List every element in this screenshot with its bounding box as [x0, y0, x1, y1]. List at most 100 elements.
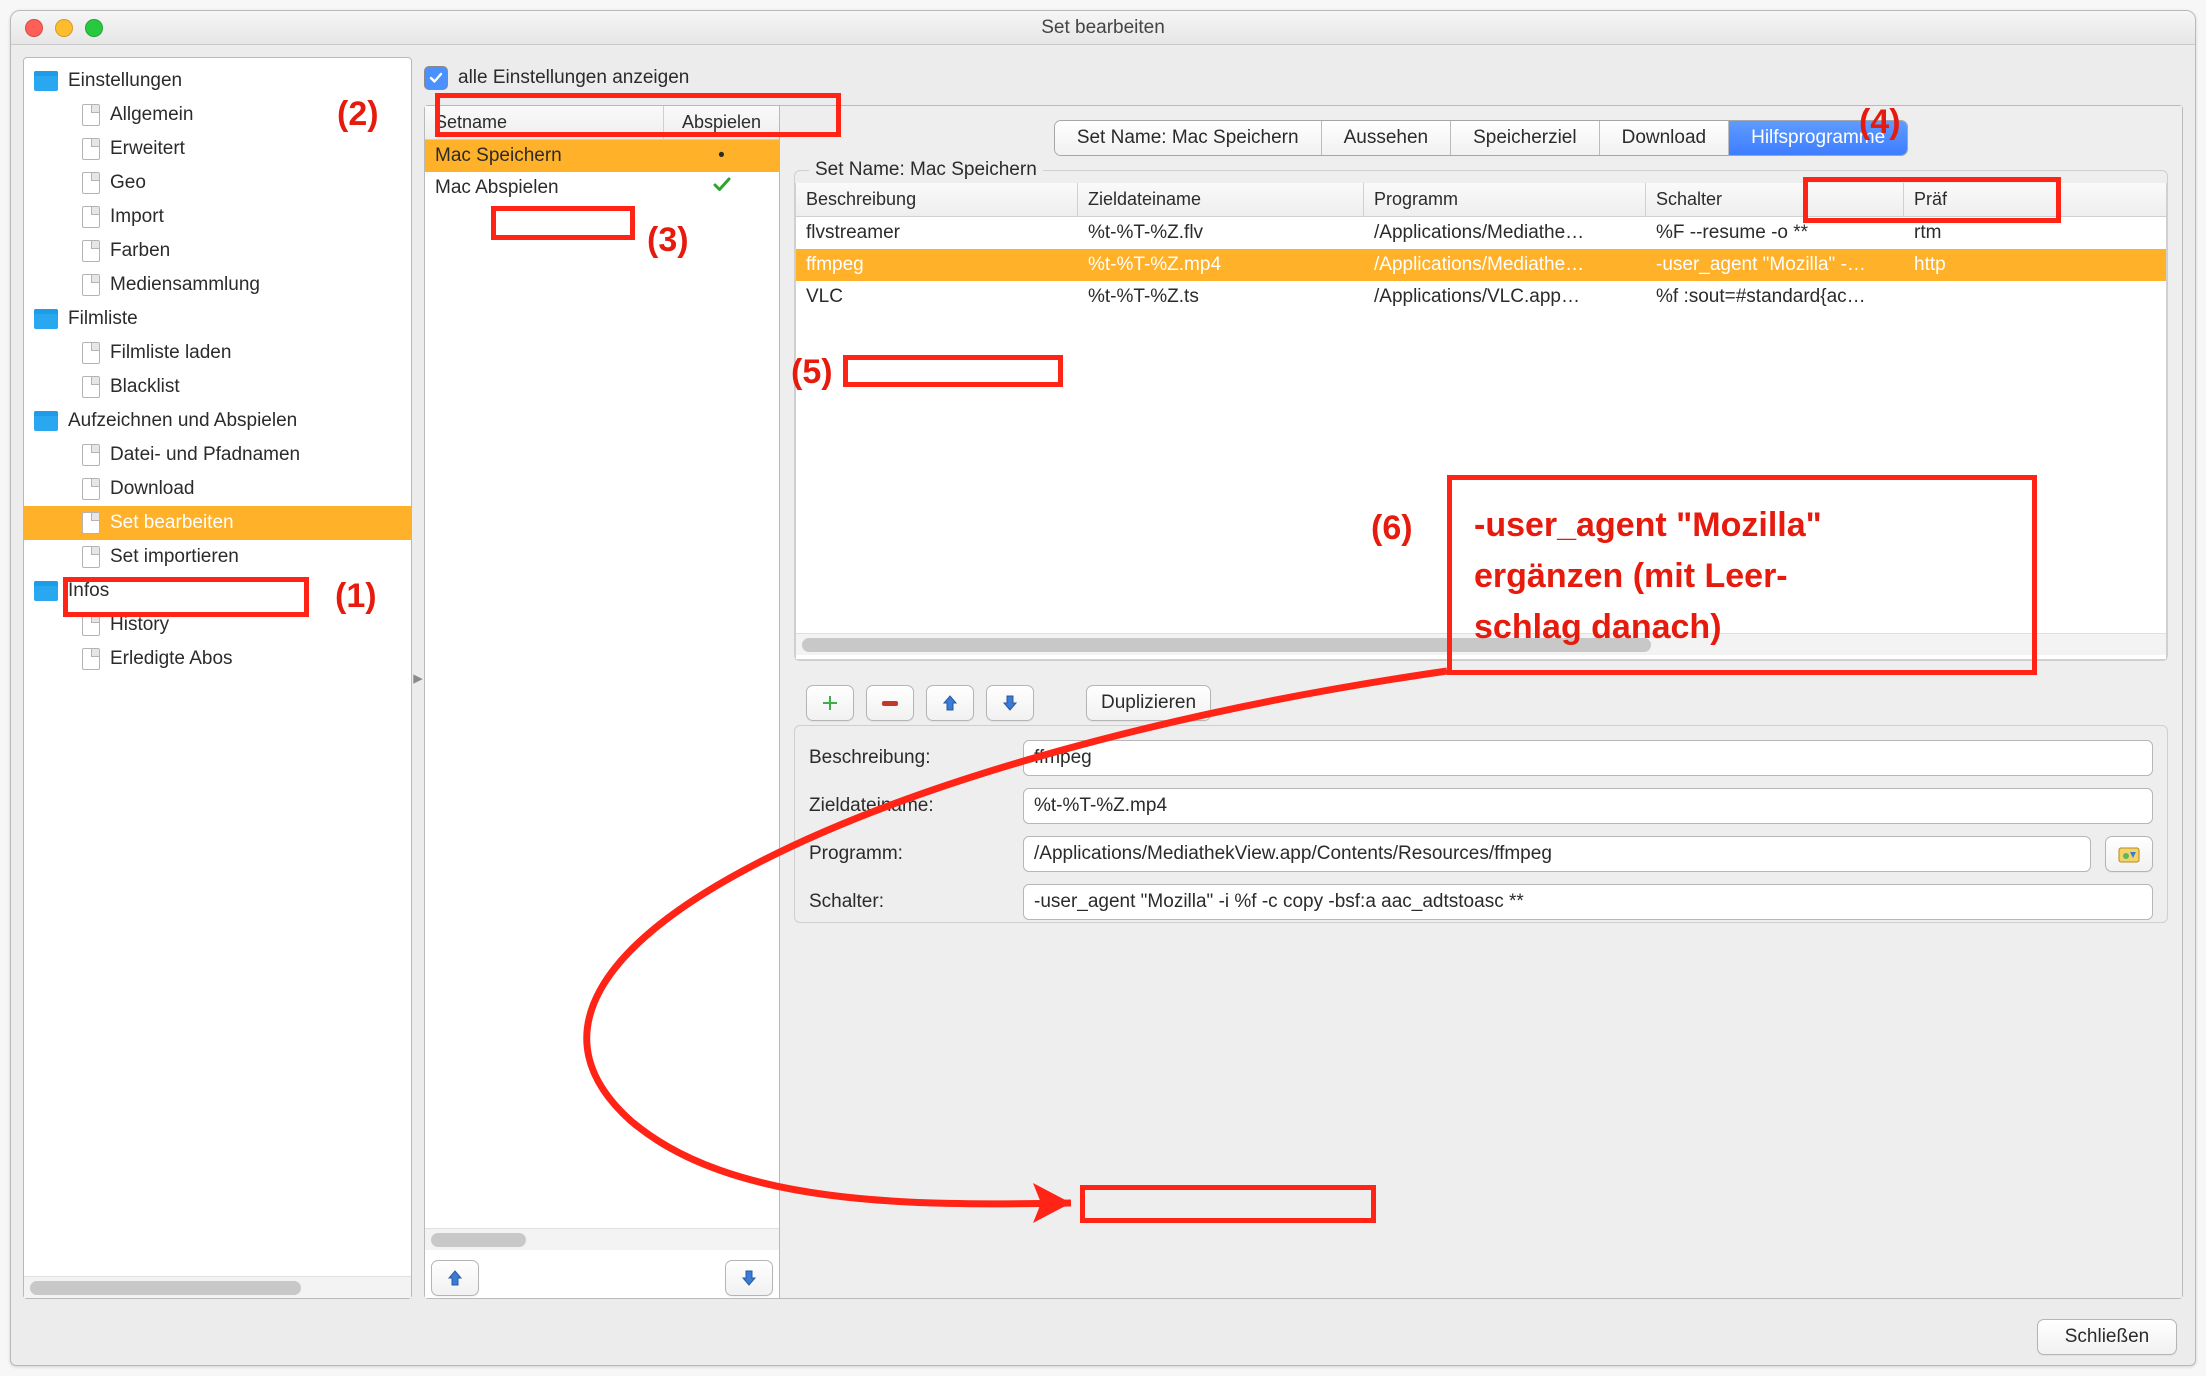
tree-label: Aufzeichnen und Abspielen — [68, 410, 297, 432]
tree-label: Blacklist — [110, 376, 180, 398]
tree-label: Filmliste laden — [110, 342, 231, 364]
remove-program-button[interactable] — [866, 685, 914, 721]
tabs: Set Name: Mac Speichern Aussehen Speiche… — [1054, 120, 1908, 156]
col-abspielen[interactable]: Abspielen — [664, 106, 779, 139]
browse-program-button[interactable] — [2105, 836, 2153, 872]
tree-item[interactable]: Farben — [24, 234, 411, 268]
program-table-group: Set Name: Mac Speichern Beschreibung Zie… — [794, 170, 2168, 661]
splitter-handle[interactable]: ▸ — [412, 49, 424, 1307]
file-icon — [82, 512, 100, 534]
input-schalter[interactable]: -user_agent "Mozilla" -i %f -c copy -bsf… — [1023, 884, 2153, 920]
file-icon — [82, 648, 100, 670]
tree-item[interactable]: Download — [24, 472, 411, 506]
set-play-cell — [664, 177, 779, 199]
close-button[interactable]: Schließen — [2037, 1319, 2177, 1355]
col-praef[interactable]: Präf — [1904, 183, 2166, 216]
folder-icon — [34, 309, 58, 329]
tree-item[interactable]: Set importieren — [24, 540, 411, 574]
tree-item-set-bearbeiten[interactable]: Set bearbeiten — [24, 506, 411, 540]
minus-icon — [880, 697, 900, 709]
input-beschreibung[interactable]: ffmpeg — [1023, 740, 2153, 776]
file-icon — [82, 172, 100, 194]
move-program-down-button[interactable] — [986, 685, 1034, 721]
col-schalter[interactable]: Schalter — [1646, 183, 1904, 216]
file-icon — [82, 138, 100, 160]
tree-label: Mediensammlung — [110, 274, 260, 296]
tree-label: Erledigte Abos — [110, 648, 233, 670]
set-actions — [425, 1250, 779, 1298]
main-panel: alle Einstellungen anzeigen Setname Absp… — [424, 57, 2183, 1299]
browse-icon — [2118, 845, 2140, 863]
col-programm[interactable]: Programm — [1364, 183, 1646, 216]
input-programm[interactable]: /Applications/MediathekView.app/Contents… — [1023, 836, 2091, 872]
folder-icon — [34, 411, 58, 431]
tree-label: Infos — [68, 580, 109, 602]
tree-label: Set bearbeiten — [110, 512, 234, 534]
file-icon — [82, 274, 100, 296]
tab-speicherziel[interactable]: Speicherziel — [1451, 121, 1600, 155]
tree-item[interactable]: Erledigte Abos — [24, 642, 411, 676]
tree-item[interactable]: Erweitert — [24, 132, 411, 166]
tree-item[interactable]: Import — [24, 200, 411, 234]
sidebar-scrollbar[interactable] — [24, 1276, 411, 1298]
tree-label: Einstellungen — [68, 70, 182, 92]
tab-download[interactable]: Download — [1600, 121, 1730, 155]
file-icon — [82, 478, 100, 500]
tree-item[interactable]: Mediensammlung — [24, 268, 411, 302]
tree-item[interactable]: Filmliste laden — [24, 336, 411, 370]
tree-item[interactable]: Datei- und Pfadnamen — [24, 438, 411, 472]
move-set-up-button[interactable] — [431, 1260, 479, 1296]
tree-label: Erweitert — [110, 138, 185, 160]
tab-setname[interactable]: Set Name: Mac Speichern — [1055, 121, 1322, 155]
label-schalter: Schalter: — [809, 891, 1009, 913]
input-zieldateiname[interactable]: %t-%T-%Z.mp4 — [1023, 788, 2153, 824]
tree-group-infos[interactable]: Infos — [24, 574, 411, 608]
close-icon[interactable] — [25, 19, 43, 37]
set-list-header: Setname Abspielen — [425, 106, 779, 140]
tree-item[interactable]: Allgemein — [24, 98, 411, 132]
set-detail-panel: Set Name: Mac Speichern Aussehen Speiche… — [780, 106, 2182, 1298]
tree-label: Geo — [110, 172, 146, 194]
program-row[interactable]: flvstreamer %t-%T-%Z.flv /Applications/M… — [796, 217, 2166, 249]
program-table-header: Beschreibung Zieldateiname Programm Scha… — [796, 183, 2166, 217]
label-programm: Programm: — [809, 843, 1009, 865]
tab-hilfsprogramme[interactable]: Hilfsprogramme — [1729, 121, 1907, 155]
add-program-button[interactable] — [806, 685, 854, 721]
set-list: Setname Abspielen Mac Speichern • Mac Ab… — [425, 106, 780, 1298]
tab-aussehen[interactable]: Aussehen — [1322, 121, 1452, 155]
tree-label: Download — [110, 478, 195, 500]
footer: Schließen — [15, 1311, 2191, 1355]
minimize-icon[interactable] — [55, 19, 73, 37]
file-icon — [82, 546, 100, 568]
tree-group-einstellungen[interactable]: Einstellungen — [24, 64, 411, 98]
set-row[interactable]: Mac Abspielen — [425, 172, 779, 204]
move-set-down-button[interactable] — [725, 1260, 773, 1296]
tree-item[interactable]: Blacklist — [24, 370, 411, 404]
set-play-cell: • — [664, 145, 779, 167]
setlist-scrollbar[interactable] — [425, 1228, 779, 1250]
program-table-scrollbar[interactable] — [796, 633, 2166, 655]
arrow-down-icon — [740, 1269, 758, 1287]
checkmark-icon — [712, 177, 732, 193]
col-beschreibung[interactable]: Beschreibung — [796, 183, 1078, 216]
program-row-ffmpeg[interactable]: ffmpeg %t-%T-%Z.mp4 /Applications/Mediat… — [796, 249, 2166, 281]
col-zieldateiname[interactable]: Zieldateiname — [1078, 183, 1364, 216]
file-icon — [82, 614, 100, 636]
label-zieldateiname: Zieldateiname: — [809, 795, 1009, 817]
tree-item[interactable]: History — [24, 608, 411, 642]
tree-label: Datei- und Pfadnamen — [110, 444, 300, 466]
program-row[interactable]: VLC %t-%T-%Z.ts /Applications/VLC.app… %… — [796, 281, 2166, 313]
duplicate-button[interactable]: Duplizieren — [1086, 685, 1211, 721]
show-all-label: alle Einstellungen anzeigen — [458, 67, 689, 89]
tree-label: History — [110, 614, 169, 636]
show-all-checkbox[interactable] — [424, 66, 448, 90]
col-setname[interactable]: Setname — [425, 106, 664, 139]
move-program-up-button[interactable] — [926, 685, 974, 721]
tree-group-filmliste[interactable]: Filmliste — [24, 302, 411, 336]
zoom-icon[interactable] — [85, 19, 103, 37]
tree-item[interactable]: Geo — [24, 166, 411, 200]
tree-group-aufzeichnen[interactable]: Aufzeichnen und Abspielen — [24, 404, 411, 438]
set-row[interactable]: Mac Speichern • — [425, 140, 779, 172]
file-icon — [82, 104, 100, 126]
titlebar: Set bearbeiten — [11, 11, 2195, 45]
